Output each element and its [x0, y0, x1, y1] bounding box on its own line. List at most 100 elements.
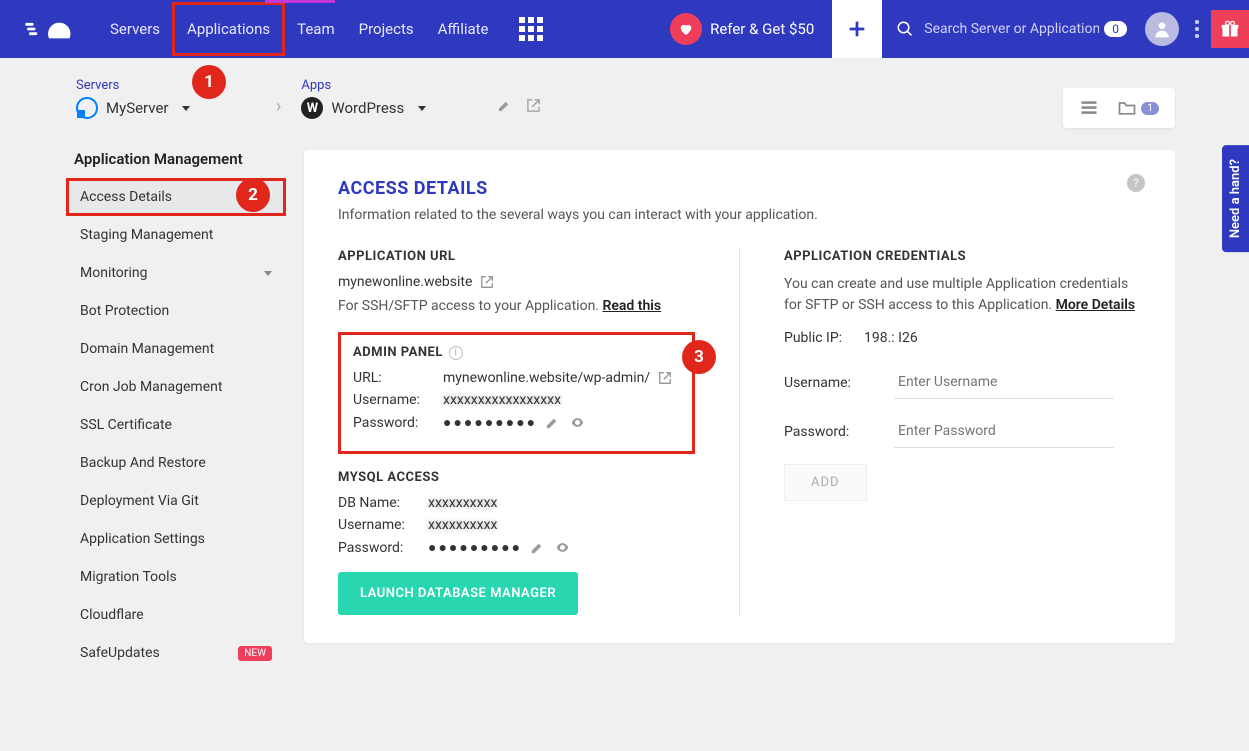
sidebar-item-migration[interactable]: Migration Tools [66, 558, 286, 596]
edit-icon[interactable] [530, 540, 545, 555]
sidebar-item-safeupdates[interactable]: SafeUpdatesNEW [66, 634, 286, 672]
main-panel: ? ACCESS DETAILS Information related to … [304, 150, 1175, 643]
nav-links: Servers Applications Team Projects Affil… [98, 2, 543, 56]
password-input[interactable] [894, 415, 1114, 448]
server-name: MyServer [106, 99, 168, 117]
divider [739, 249, 740, 615]
admin-panel-box: ADMIN PANEL i URL:mynewonline.website/wp-… [338, 332, 695, 454]
eye-icon[interactable] [570, 415, 585, 430]
right-column: APPLICATION CREDENTIALS You can create a… [784, 249, 1141, 615]
sidebar-item-label: Monitoring [80, 265, 148, 281]
username-input[interactable] [894, 366, 1114, 399]
mysql-title: MYSQL ACCESS [338, 470, 695, 485]
sidebar-item-cron[interactable]: Cron Job Management [66, 368, 286, 406]
help-icon[interactable]: ? [1127, 174, 1145, 192]
db-name-label: DB Name: [338, 495, 428, 511]
chevron-down-icon [264, 271, 272, 276]
eye-icon[interactable] [555, 540, 570, 555]
nav-projects[interactable]: Projects [347, 2, 426, 56]
digitalocean-icon [76, 97, 98, 119]
nav-right: Refer & Get $50 0 [652, 0, 1249, 58]
search-count: 0 [1104, 21, 1127, 37]
nav-applications[interactable]: Applications [172, 2, 285, 56]
avatar[interactable] [1145, 12, 1179, 46]
mysql-username: xxxxxxxxxx [428, 517, 497, 533]
password-field-row: Password: [784, 415, 1141, 448]
logo[interactable] [20, 15, 78, 43]
app-url-row: mynewonline.website [338, 274, 695, 290]
app-selector[interactable]: W WordPress [301, 97, 481, 119]
chevron-down-icon [418, 106, 426, 111]
panel-title: ACCESS DETAILS [338, 178, 1141, 199]
panel-subtitle: Information related to the several ways … [338, 207, 1141, 223]
kebab-menu-icon[interactable] [1195, 20, 1199, 38]
admin-url: mynewonline.website/wp-admin/ [443, 370, 650, 386]
refer-text: Refer & Get $50 [710, 20, 814, 38]
external-link-icon[interactable] [526, 98, 541, 113]
cred-title: APPLICATION CREDENTIALS [784, 249, 1141, 264]
nav-team[interactable]: Team [285, 2, 347, 56]
app-name: WordPress [331, 99, 404, 117]
folder-view[interactable]: 1 [1117, 98, 1159, 118]
heart-icon [670, 13, 702, 45]
more-details-link[interactable]: More Details [1056, 297, 1135, 313]
list-view-icon[interactable] [1079, 98, 1099, 118]
app-url: mynewonline.website [338, 274, 472, 290]
gift-icon[interactable] [1211, 10, 1249, 48]
admin-username: xxxxxxxxxxxxxxxxx [443, 392, 561, 408]
need-hand-tab[interactable]: Need a hand? [1222, 145, 1249, 252]
sidebar-item-bot[interactable]: Bot Protection [66, 292, 286, 330]
add-button[interactable]: ADD [784, 464, 867, 501]
mysql-password: ●●●●●●●●● [428, 539, 522, 556]
chevron-down-icon [182, 106, 190, 111]
nav-servers[interactable]: Servers [98, 2, 172, 56]
callout-2: 2 [236, 178, 270, 212]
server-crumb: Servers MyServer [76, 78, 256, 119]
sidebar: Application Management Access Details 2 … [66, 150, 286, 672]
edit-icon[interactable] [545, 415, 560, 430]
callout-1: 1 [192, 65, 226, 99]
apps-grid-icon[interactable] [519, 17, 543, 41]
apps-label[interactable]: Apps [301, 78, 481, 93]
refer-link[interactable]: Refer & Get $50 [652, 13, 832, 45]
ssh-note-text: For SSH/SFTP access to your Application. [338, 298, 602, 314]
read-this-link[interactable]: Read this [602, 298, 661, 314]
username-label: Username: [338, 517, 428, 533]
server-selector[interactable]: MyServer [76, 97, 256, 119]
content-columns: APPLICATION URL mynewonline.website For … [338, 249, 1141, 615]
sidebar-item-monitoring[interactable]: Monitoring [66, 254, 286, 292]
nav-affiliate[interactable]: Affiliate [426, 2, 501, 56]
edit-icon[interactable] [497, 98, 512, 113]
public-ip-label: Public IP: [784, 330, 864, 346]
accent-bar [265, 0, 335, 3]
app-crumb: Apps W WordPress [301, 78, 481, 119]
external-link-icon[interactable] [480, 275, 494, 289]
password-label: Password: [353, 415, 443, 431]
sidebar-item-staging[interactable]: Staging Management [66, 216, 286, 254]
sidebar-item-settings[interactable]: Application Settings [66, 520, 286, 558]
sidebar-item-git[interactable]: Deployment Via Git [66, 482, 286, 520]
workspace: Application Management Access Details 2 … [0, 150, 1249, 672]
search-input[interactable] [924, 21, 1099, 37]
admin-title-text: ADMIN PANEL [353, 345, 443, 360]
admin-title: ADMIN PANEL i [353, 345, 680, 360]
add-button[interactable] [832, 0, 882, 58]
callout-3: 3 [682, 340, 716, 374]
admin-url-label: URL: [353, 370, 443, 386]
search-area: 0 [882, 0, 1137, 58]
cred-note: You can create and use multiple Applicat… [784, 274, 1141, 316]
sidebar-item-backup[interactable]: Backup And Restore [66, 444, 286, 482]
sidebar-item-cloudflare[interactable]: Cloudflare [66, 596, 286, 634]
servers-label[interactable]: Servers [76, 78, 256, 93]
info-icon[interactable]: i [449, 346, 463, 360]
sidebar-title: Application Management [74, 150, 286, 168]
external-link-icon[interactable] [658, 371, 672, 385]
view-toggle: 1 [1063, 88, 1175, 128]
password-label: Password: [784, 424, 894, 440]
sidebar-item-ssl[interactable]: SSL Certificate [66, 406, 286, 444]
sidebar-item-domain[interactable]: Domain Management [66, 330, 286, 368]
breadcrumb: Servers MyServer › Apps W WordPress 1 [0, 58, 1249, 128]
launch-db-button[interactable]: LAUNCH DATABASE MANAGER [338, 572, 578, 615]
username-label: Username: [784, 375, 894, 391]
app-actions [497, 98, 541, 113]
